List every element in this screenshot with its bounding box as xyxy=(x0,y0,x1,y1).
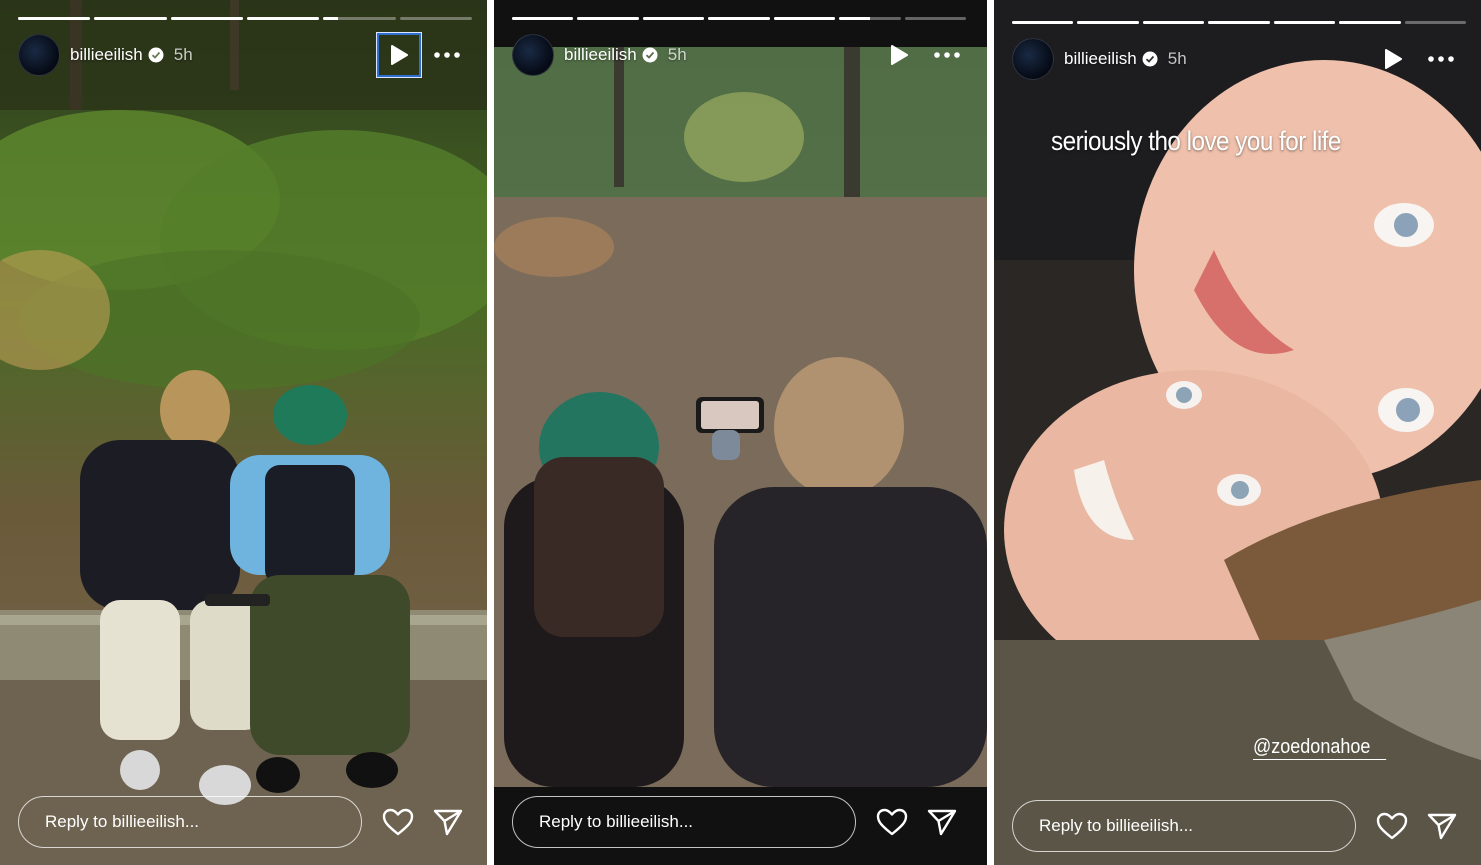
progress-fill xyxy=(773,17,836,20)
verified-badge-icon xyxy=(642,47,658,63)
play-button[interactable] xyxy=(376,32,422,78)
story-photo-forest-phone xyxy=(494,47,987,787)
progress-fill xyxy=(323,17,338,20)
story-panel-2[interactable]: billieeilish 5h Reply to billieeilish... xyxy=(494,0,987,865)
play-icon xyxy=(391,45,408,65)
reply-input[interactable]: Reply to billieeilish... xyxy=(1012,800,1356,852)
more-icon xyxy=(934,52,960,58)
progress-fill xyxy=(512,17,574,20)
progress-segment xyxy=(708,17,770,20)
more-options-button[interactable] xyxy=(925,33,969,77)
more-icon xyxy=(1428,56,1454,62)
post-time: 5h xyxy=(173,45,193,64)
avatar[interactable] xyxy=(18,34,60,76)
heart-icon xyxy=(876,808,908,836)
progress-fill xyxy=(170,17,243,20)
play-button[interactable] xyxy=(1371,37,1415,81)
progress-segment xyxy=(1273,21,1336,24)
share-button[interactable] xyxy=(431,805,465,839)
progress-fill xyxy=(1208,21,1270,24)
progress-fill xyxy=(246,17,320,20)
story-footer: Reply to billieeilish... xyxy=(1012,787,1466,865)
like-button[interactable] xyxy=(875,805,909,839)
story-panel-3[interactable]: billieeilish 5h seriously tho love you f… xyxy=(994,0,1481,865)
send-icon xyxy=(927,809,957,836)
story-header: billieeilish 5h xyxy=(512,33,969,77)
avatar[interactable] xyxy=(512,34,554,76)
story-header: billieeilish 5h xyxy=(18,32,469,78)
story-caption: seriously tho love you for life xyxy=(1051,126,1341,156)
progress-segment xyxy=(399,17,472,20)
more-icon xyxy=(434,52,460,58)
story-header: billieeilish 5h xyxy=(1012,37,1463,81)
avatar[interactable] xyxy=(1012,38,1054,80)
story-panel-1[interactable]: billieeilish 5h Reply to billieeilish... xyxy=(0,0,487,865)
verified-badge-icon xyxy=(1142,51,1158,67)
story-progress-bar xyxy=(1012,21,1466,24)
progress-segment xyxy=(512,17,574,20)
progress-fill xyxy=(642,17,705,20)
more-options-button[interactable] xyxy=(1419,37,1463,81)
story-footer: Reply to billieeilish... xyxy=(18,783,472,861)
progress-fill xyxy=(1339,21,1401,24)
post-time: 5h xyxy=(1167,49,1187,68)
like-button[interactable] xyxy=(1375,809,1409,843)
progress-fill xyxy=(1077,21,1139,24)
progress-segment xyxy=(1077,21,1139,24)
username-link[interactable]: billieeilish xyxy=(564,45,637,65)
post-time: 5h xyxy=(667,45,687,64)
progress-segment xyxy=(904,17,966,20)
play-icon xyxy=(891,45,908,65)
heart-icon xyxy=(382,808,414,836)
reply-input[interactable]: Reply to billieeilish... xyxy=(512,796,856,848)
verified-badge-icon xyxy=(148,47,164,63)
progress-fill xyxy=(1273,21,1336,24)
reply-input[interactable]: Reply to billieeilish... xyxy=(18,796,362,848)
progress-fill xyxy=(839,17,870,20)
progress-segment xyxy=(1012,21,1074,24)
progress-segment xyxy=(1208,21,1270,24)
share-button[interactable] xyxy=(1425,809,1459,843)
story-footer: Reply to billieeilish... xyxy=(512,783,966,861)
progress-segment xyxy=(1404,21,1466,24)
username-link[interactable]: billieeilish xyxy=(1064,49,1137,69)
progress-segment xyxy=(94,17,167,20)
heart-icon xyxy=(1376,812,1408,840)
progress-fill xyxy=(708,17,770,20)
progress-fill xyxy=(1142,21,1205,24)
like-button[interactable] xyxy=(381,805,415,839)
progress-segment xyxy=(246,17,320,20)
more-options-button[interactable] xyxy=(425,33,469,77)
progress-segment xyxy=(1142,21,1205,24)
progress-segment xyxy=(1339,21,1401,24)
play-button[interactable] xyxy=(877,33,921,77)
progress-segment xyxy=(642,17,705,20)
progress-fill xyxy=(94,17,167,20)
progress-segment xyxy=(18,17,91,20)
progress-segment xyxy=(773,17,836,20)
progress-fill xyxy=(18,17,91,20)
mention-sticker[interactable]: @zoedonahoe xyxy=(1253,736,1387,760)
play-icon xyxy=(1385,49,1402,69)
share-button[interactable] xyxy=(925,805,959,839)
progress-segment xyxy=(323,17,396,20)
send-icon xyxy=(1427,813,1457,840)
story-progress-bar xyxy=(18,17,472,20)
progress-fill xyxy=(577,17,639,20)
progress-fill xyxy=(1012,21,1074,24)
story-photo-forest-sitting xyxy=(0,0,487,865)
progress-segment xyxy=(839,17,901,20)
story-progress-bar xyxy=(512,17,966,20)
progress-segment xyxy=(577,17,639,20)
send-icon xyxy=(433,809,463,836)
username-link[interactable]: billieeilish xyxy=(70,45,143,65)
progress-segment xyxy=(170,17,243,20)
